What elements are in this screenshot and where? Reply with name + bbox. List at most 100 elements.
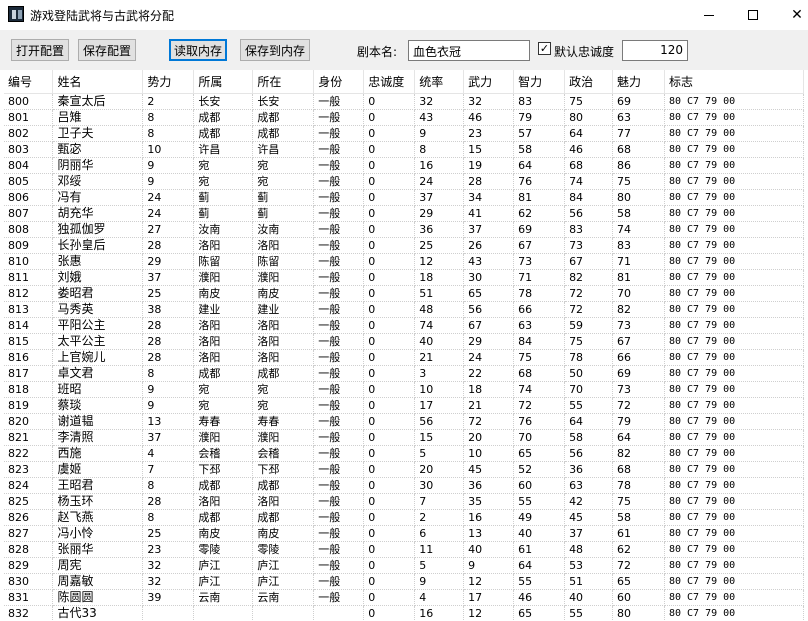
table-cell[interactable]: 20: [414, 461, 465, 478]
table-cell[interactable]: 64: [513, 157, 566, 174]
table-cell[interactable]: 80 C7 79 00: [664, 301, 804, 318]
table-cell[interactable]: 45: [564, 509, 614, 526]
table-cell[interactable]: 80 C7 79 00: [664, 141, 804, 158]
table-cell[interactable]: 69: [612, 93, 665, 110]
table-row[interactable]: 807 胡充华 24 蓟蓟一般 0 29 41 62 56 58 80 C7 79 00: [4, 205, 804, 222]
table-cell[interactable]: 80 C7 79 00: [664, 189, 804, 206]
table-cell[interactable]: 37: [142, 269, 195, 286]
table-cell[interactable]: 76: [513, 173, 566, 190]
table-cell[interactable]: 68: [564, 157, 614, 174]
table-cell[interactable]: 0: [363, 445, 416, 462]
table-cell[interactable]: 80 C7 79 00: [664, 237, 804, 254]
table-cell[interactable]: 28: [463, 173, 515, 190]
table-cell[interactable]: 58: [564, 429, 614, 446]
table-cell[interactable]: 83: [513, 93, 566, 110]
table-cell[interactable]: 洛阳: [252, 493, 315, 510]
table-cell[interactable]: 7: [142, 461, 195, 478]
table-cell[interactable]: 80 C7 79 00: [664, 253, 804, 270]
table-cell[interactable]: 80 C7 79 00: [664, 365, 804, 382]
table-cell[interactable]: 9: [142, 157, 195, 174]
table-cell[interactable]: 81: [513, 189, 566, 206]
table-cell[interactable]: 808: [4, 221, 54, 238]
table-cell[interactable]: 零陵: [252, 541, 315, 558]
table-cell[interactable]: 11: [414, 541, 465, 558]
table-cell[interactable]: 谢道韫: [52, 413, 144, 430]
table-cell[interactable]: 7: [414, 493, 465, 510]
table-cell[interactable]: 吕雉: [52, 109, 144, 126]
table-cell[interactable]: 64: [513, 557, 566, 574]
table-cell[interactable]: 赵飞燕: [52, 509, 144, 526]
table-cell[interactable]: 成都: [193, 477, 254, 494]
table-cell[interactable]: 0: [363, 157, 416, 174]
table-cell[interactable]: 虞姬: [52, 461, 144, 478]
table-cell[interactable]: 0: [363, 349, 416, 366]
table-cell[interactable]: 25: [142, 285, 195, 302]
table-cell[interactable]: 78: [612, 477, 665, 494]
table-cell[interactable]: 56: [564, 445, 614, 462]
table-cell[interactable]: 一般: [313, 381, 365, 398]
table-cell[interactable]: 63: [564, 477, 614, 494]
table-cell[interactable]: 80 C7 79 00: [664, 397, 804, 414]
table-cell[interactable]: 80 C7 79 00: [664, 573, 804, 590]
table-cell[interactable]: 一般: [313, 253, 365, 270]
table-cell[interactable]: 0: [363, 253, 416, 270]
table-cell[interactable]: 83: [612, 237, 665, 254]
table-cell[interactable]: 0: [363, 125, 416, 142]
column-header[interactable]: 身份: [313, 70, 365, 94]
table-cell[interactable]: 洛阳: [252, 237, 315, 254]
table-cell[interactable]: 40: [513, 525, 566, 542]
table-cell[interactable]: 80 C7 79 00: [664, 605, 804, 621]
table-cell[interactable]: 周宪: [52, 557, 144, 574]
table-cell[interactable]: 胡充华: [52, 205, 144, 222]
table-cell[interactable]: 86: [612, 157, 665, 174]
table-cell[interactable]: 张惠: [52, 253, 144, 270]
table-cell[interactable]: 40: [414, 333, 465, 350]
table-cell[interactable]: 80 C7 79 00: [664, 445, 804, 462]
table-cell[interactable]: 8: [142, 509, 195, 526]
table-cell[interactable]: 53: [564, 557, 614, 574]
table-cell[interactable]: 24: [142, 189, 195, 206]
table-cell[interactable]: 蓟: [252, 205, 315, 222]
table-row[interactable]: 827 冯小怜 25 南皮 南皮 一般 0 6 13 40 37 61 80 C7 79 00: [4, 525, 804, 542]
table-cell[interactable]: 68: [513, 365, 566, 382]
table-cell[interactable]: 45: [463, 461, 515, 478]
table-row[interactable]: 822 西施 4 会稽 会稽 一般 0 5 10 65 56 82 80 C7 79 00: [4, 445, 804, 462]
table-cell[interactable]: 南皮: [193, 285, 254, 302]
table-cell[interactable]: 庐江: [252, 557, 315, 574]
table-cell[interactable]: 陈留: [252, 253, 315, 270]
table-cell[interactable]: 平阳公主: [52, 317, 144, 334]
table-cell[interactable]: 72: [463, 413, 515, 430]
table-row[interactable]: 812 娄昭君 25 南皮 南皮 一般 0 51 65 78 72 70 80 C7 79 00: [4, 285, 804, 302]
table-cell[interactable]: [142, 605, 195, 621]
table-cell[interactable]: 37: [564, 525, 614, 542]
table-row[interactable]: 820 谢道韫 13 寿春 寿春 一般 0 56 72 76 64 79 80 C7 79 00: [4, 413, 804, 430]
table-cell[interactable]: 一般: [313, 349, 365, 366]
table-cell[interactable]: 蓟: [252, 189, 315, 206]
table-cell[interactable]: 张丽华: [52, 541, 144, 558]
table-cell[interactable]: 9: [463, 557, 515, 574]
table-cell[interactable]: 蔡琰: [52, 397, 144, 414]
open-config-button[interactable]: 打开配置: [11, 39, 69, 61]
table-cell[interactable]: 成都: [193, 125, 254, 142]
table-cell[interactable]: 56: [564, 205, 614, 222]
table-cell[interactable]: 3: [414, 365, 465, 382]
table-cell[interactable]: 8: [142, 477, 195, 494]
table-cell[interactable]: 831: [4, 589, 54, 606]
close-button[interactable]: ✕: [774, 0, 808, 30]
table-cell[interactable]: 28: [142, 349, 195, 366]
table-cell[interactable]: 邓绥: [52, 173, 144, 190]
table-cell[interactable]: 803: [4, 141, 54, 158]
table-cell[interactable]: 29: [463, 333, 515, 350]
table-cell[interactable]: 43: [414, 109, 465, 126]
table-cell[interactable]: 67: [612, 333, 665, 350]
table-cell[interactable]: 816: [4, 349, 54, 366]
table-cell[interactable]: 813: [4, 301, 54, 318]
table-cell[interactable]: 23: [463, 125, 515, 142]
table-cell[interactable]: 28: [142, 493, 195, 510]
table-row[interactable]: 811 刘娥 37 濮阳 濮阳 一般 0 18 30 71 82 81 80 C7 79 00: [4, 269, 804, 286]
table-row[interactable]: 800 秦宣太后 2 长安 长安 一般 0 32 32 83 75 69 80 C7 79 00: [4, 93, 804, 110]
table-cell[interactable]: 805: [4, 173, 54, 190]
table-cell[interactable]: 30: [463, 269, 515, 286]
table-cell[interactable]: 24: [142, 205, 195, 222]
table-cell[interactable]: 一般: [313, 269, 365, 286]
